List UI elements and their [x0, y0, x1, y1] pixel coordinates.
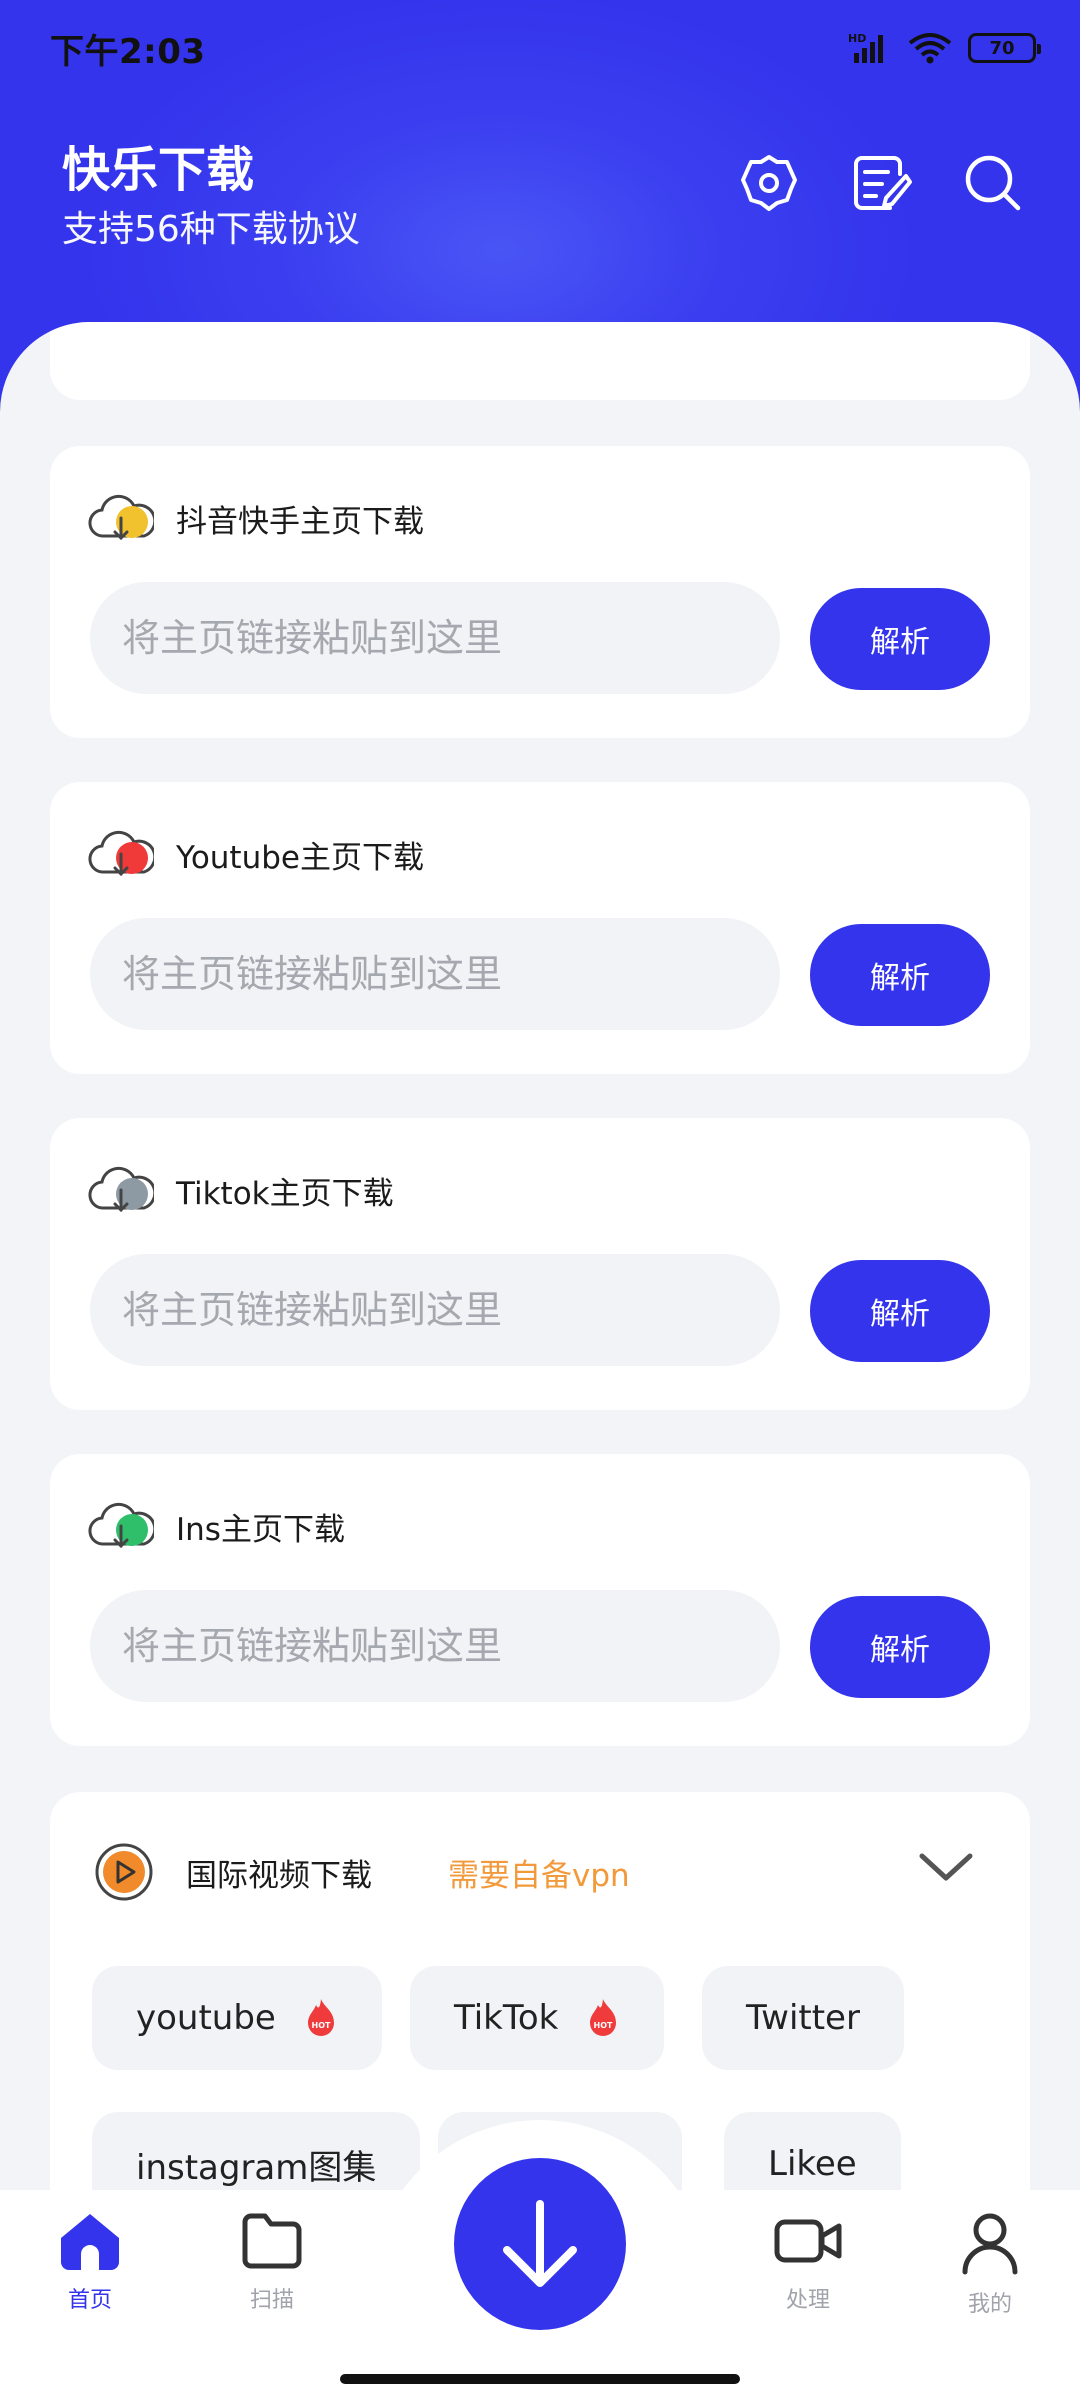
- home-indicator[interactable]: [340, 2374, 740, 2384]
- download-fab[interactable]: [454, 2158, 626, 2330]
- chevron-down-icon[interactable]: [918, 1850, 974, 1884]
- nav-home[interactable]: 首页: [30, 2210, 150, 2314]
- card-header: Ins主页下载: [88, 1500, 345, 1552]
- home-icon: [61, 2214, 119, 2270]
- chip-label: TikTok: [454, 1998, 559, 2038]
- nav-label: 我的: [967, 2292, 1012, 2317]
- link-input[interactable]: [90, 582, 780, 694]
- chip-twitter[interactable]: Twitter: [702, 1966, 904, 2070]
- play-circle-icon: [95, 1843, 153, 1901]
- svg-text:HOT: HOT: [594, 2021, 613, 2030]
- app-subtitle: 支持56种下载协议: [62, 209, 360, 250]
- card-header: Tiktok主页下载: [88, 1164, 394, 1216]
- nav-label: 扫描: [249, 2288, 294, 2313]
- card-title: Tiktok主页下载: [176, 1175, 394, 1212]
- cloud-download-icon: [88, 1166, 154, 1213]
- card-title: Ins主页下载: [176, 1511, 345, 1548]
- chip-label: Likee: [768, 2144, 857, 2184]
- wifi-icon: [908, 33, 952, 64]
- vpn-note: 需要自备vpn: [448, 1857, 630, 1894]
- search-icon: [965, 155, 1021, 211]
- download-icon: [503, 2200, 577, 2287]
- settings-button[interactable]: [736, 150, 802, 216]
- card-header: 抖音快手主页下载: [88, 492, 424, 544]
- chip-tiktok[interactable]: TikTok HOT: [410, 1966, 665, 2070]
- link-input[interactable]: [90, 1254, 780, 1366]
- nav-process[interactable]: 处理: [748, 2210, 868, 2314]
- settings-icon: [741, 155, 797, 211]
- svg-text:HD: HD: [848, 32, 866, 45]
- profile-icon: [962, 2213, 1018, 2275]
- cloud-download-icon: [88, 830, 154, 877]
- chip-label: youtube: [136, 1998, 276, 2038]
- parse-button[interactable]: 解析: [810, 924, 990, 1026]
- app-title: 快乐下载: [62, 142, 255, 198]
- hot-badge-icon: HOT: [586, 1997, 620, 2039]
- svg-text:HOT: HOT: [311, 2021, 330, 2030]
- cellular-signal-icon: HD: [848, 32, 883, 63]
- battery-indicator: 70: [968, 33, 1041, 63]
- intl-title: 国际视频下载: [186, 1857, 372, 1894]
- main-content: 抖音快手主页下载 解析 Youtube主页下载 解析 Tiktok主页下载: [0, 322, 1080, 2400]
- status-bar: 下午2:03 HD 70: [0, 0, 1080, 96]
- link-input[interactable]: [90, 918, 780, 1030]
- parse-button[interactable]: 解析: [810, 1596, 990, 1698]
- nav-scan[interactable]: 扫描: [212, 2210, 332, 2314]
- notes-icon: [854, 156, 912, 210]
- folder-icon: [242, 2213, 302, 2269]
- chip-label: Twitter: [746, 1998, 860, 2038]
- video-icon: [774, 2219, 842, 2263]
- status-time: 下午2:03: [50, 31, 206, 72]
- download-card-youtube: Youtube主页下载 解析: [50, 782, 1030, 1074]
- chip-label: instagram图集: [136, 2147, 377, 2188]
- chip-youtube[interactable]: youtube HOT: [92, 1966, 382, 2070]
- header-actions: [736, 150, 1026, 216]
- card-title: 抖音快手主页下载: [176, 503, 424, 540]
- cloud-download-icon: [88, 1502, 154, 1549]
- parse-button[interactable]: 解析: [810, 588, 990, 690]
- download-card-tiktok: Tiktok主页下载 解析: [50, 1118, 1030, 1410]
- card-title: Youtube主页下载: [176, 839, 424, 876]
- hot-badge-icon: HOT: [304, 1997, 338, 2039]
- search-button[interactable]: [960, 150, 1026, 216]
- top-card-partial: [50, 322, 1030, 400]
- battery-level: 70: [989, 37, 1015, 59]
- nav-label: 处理: [785, 2288, 830, 2313]
- card-header: Youtube主页下载: [88, 828, 424, 880]
- link-input[interactable]: [90, 1590, 780, 1702]
- nav-label: 首页: [67, 2288, 112, 2313]
- download-card-ins: Ins主页下载 解析: [50, 1454, 1030, 1746]
- nav-profile[interactable]: 我的: [930, 2210, 1050, 2318]
- parse-button[interactable]: 解析: [810, 1260, 990, 1362]
- cloud-download-icon: [88, 494, 154, 541]
- notes-button[interactable]: [848, 150, 914, 216]
- download-card-douyin: 抖音快手主页下载 解析: [50, 446, 1030, 738]
- status-icons: HD 70: [848, 31, 1041, 65]
- intl-header[interactable]: 国际视频下载 需要自备vpn: [94, 1842, 630, 1902]
